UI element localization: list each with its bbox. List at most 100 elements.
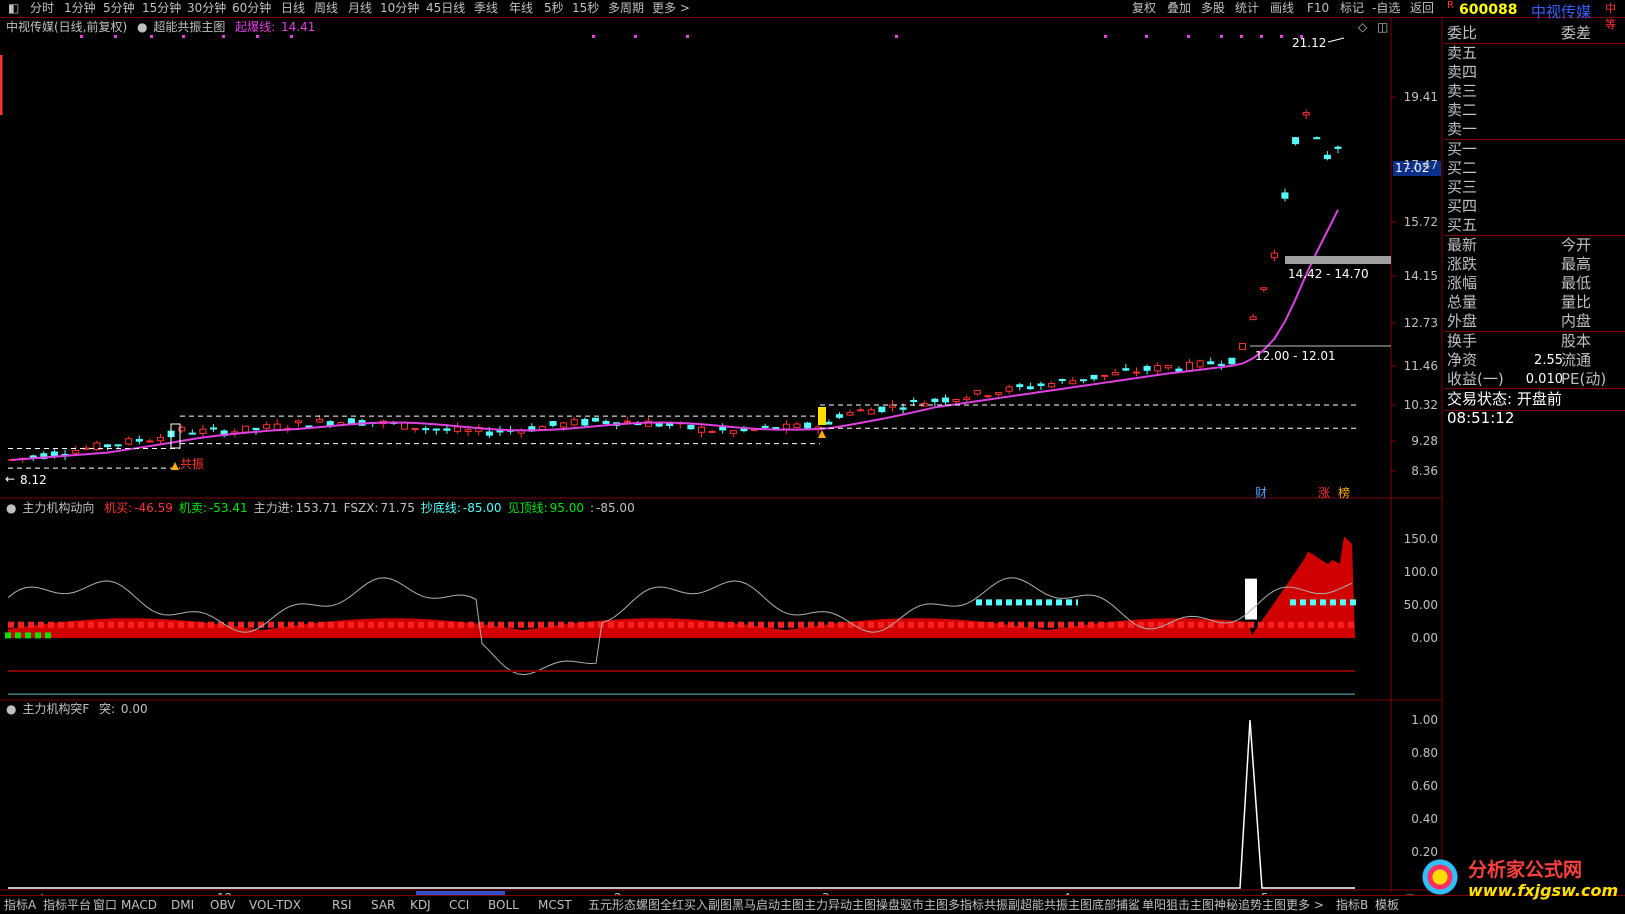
chart-nav-diamond-icon[interactable]: ◇ (1358, 20, 1367, 34)
signal-text: 共振 (180, 457, 205, 471)
bottom-tab-13[interactable]: 五元形态螺图 (588, 896, 660, 914)
ob-label-2: 今开 (1561, 236, 1592, 254)
sub2-layer (8, 719, 1355, 889)
sub1-item-label-1: 机卖: (178, 501, 207, 515)
candle-body (263, 424, 271, 429)
bottom-tab-12[interactable]: MCST (538, 896, 572, 914)
ob-label: 卖一 (1447, 120, 1478, 138)
bottom-tab-14[interactable]: 全红买入副图 (660, 896, 732, 914)
bottom-tab-3[interactable]: MACD (121, 896, 157, 914)
top-dot (80, 35, 83, 38)
candle-body (1217, 363, 1225, 366)
bottom-tab-2[interactable]: 窗口 (93, 896, 117, 914)
ob-sell-row: 卖四 (1445, 63, 1625, 82)
bottom-tab-19[interactable]: 超能共振主图 (1020, 896, 1092, 914)
badge-cai[interactable]: 财 (1255, 484, 1267, 501)
bottom-tab-8[interactable]: SAR (371, 896, 395, 914)
bottom-tab-15[interactable]: 黑马启动主图 (732, 896, 804, 914)
sub2-toggle-icon[interactable]: ● (6, 702, 16, 716)
ob-stat-row: 最新 今开 (1445, 236, 1625, 255)
candle-body (708, 430, 716, 433)
ob-label: 交易状态: 开盘前 08:51:12 (1447, 390, 1562, 427)
candle-body (1185, 361, 1193, 372)
bottom-tab-5[interactable]: OBV (210, 896, 236, 914)
top-dot (895, 35, 898, 38)
bottom-tab-21[interactable]: 单阳狙击主图 (1142, 896, 1214, 914)
top-dot (222, 35, 225, 38)
sub1-item-value-4: -85.00 (462, 501, 502, 515)
sub2-title[interactable]: 主力机构突F (22, 702, 89, 716)
watermark-name: 分析家公式网 (1468, 859, 1583, 881)
ob-buy-row: 买二 (1445, 159, 1625, 178)
bottom-tab-18[interactable]: 多指标共振副 (948, 896, 1020, 914)
bottom-tab-17[interactable]: 操盘驱市主图 (876, 896, 948, 914)
candle-body (729, 430, 737, 434)
candle-body (995, 392, 1003, 395)
candle-body (560, 422, 568, 428)
candle-body (411, 428, 419, 431)
ob-label: 委比 (1447, 24, 1478, 42)
top-dot (256, 35, 259, 38)
candle-body (1207, 361, 1215, 365)
bottom-tab-11[interactable]: BOLL (488, 896, 519, 914)
bottom-tab-9[interactable]: KDJ (410, 896, 431, 914)
bottom-tab-0[interactable]: 指标A (4, 896, 36, 914)
sub2-spike-line (8, 719, 1355, 889)
candle-body (1302, 112, 1310, 116)
ob-label: 卖三 (1447, 82, 1478, 100)
ob-stat-row: 涨幅 最低 (1445, 274, 1625, 293)
stock-code: 600088 (1459, 2, 1518, 18)
stock-name: 中视传媒 (1531, 3, 1592, 21)
ob-fin-row: 净资 2.55 流通 (1445, 351, 1625, 370)
ob-fin-row: 收益(一) 0.010 PE(动) (1445, 370, 1625, 389)
bottom-tab-7[interactable]: RSI (332, 896, 352, 914)
sub1-title[interactable]: 主力机构动向 (22, 501, 94, 515)
bottom-tab-22[interactable]: 神秘追势主图 (1214, 896, 1286, 914)
ob-sell-row: 卖五 (1445, 44, 1625, 63)
candle-body (1058, 379, 1066, 382)
ob-label: 买二 (1447, 159, 1478, 177)
candle-body (782, 423, 790, 430)
ob-buy-row: 买一 (1445, 140, 1625, 159)
ob-label: 收益(一) (1447, 370, 1504, 388)
candle-body (1154, 365, 1162, 372)
candle-body (1132, 371, 1140, 374)
range-b-annotation: 12.00 - 12.01 (1255, 349, 1336, 363)
ob-label: 外盘 (1447, 312, 1478, 330)
bottom-tab-6[interactable]: VOL-TDX (249, 896, 301, 914)
candle-body (793, 423, 801, 429)
main-axis-ticks (1391, 96, 1396, 472)
candle-body (422, 428, 430, 431)
bottom-tab-1[interactable]: 指标平台 (43, 896, 91, 914)
bottom-tab-4[interactable]: DMI (171, 896, 194, 914)
ob-label: 买五 (1447, 216, 1478, 234)
ob-label-2: 内盘 (1561, 312, 1592, 330)
bottom-tab-23[interactable]: 更多 > (1286, 896, 1324, 914)
candle-body (952, 398, 960, 402)
order-book: 委比 委差 卖五 卖四 卖三 卖二 卖一 买一 买二 买三 买四 买五 最新 今开 涨跌 最高 涨幅 最低 总量 量比… (1445, 22, 1625, 427)
signal-marker (818, 407, 826, 425)
badge-bang[interactable]: 榜 (1338, 484, 1350, 501)
sub1-toggle-icon[interactable]: ● (6, 501, 16, 515)
bottom-tab-24[interactable]: 指标B (1336, 896, 1368, 914)
sub1-item-label-0: 机买: (104, 501, 133, 515)
chart-expand-icon[interactable]: ◫ (1377, 20, 1388, 34)
ob-value: 2.55 (1534, 353, 1563, 368)
ob-value: 0.010 (1525, 372, 1563, 387)
ob-label-2: 最低 (1561, 274, 1592, 292)
sub1-axis-label: 50.00 (1403, 598, 1438, 612)
badge-zhang[interactable]: 涨 (1318, 484, 1330, 501)
candle-body (1079, 379, 1087, 382)
ob-trade-status: 交易状态: 开盘前 08:51:12 (1445, 390, 1625, 427)
bottom-tab-25[interactable]: 模板 (1375, 896, 1399, 914)
ob-header: 委比 委差 (1445, 24, 1625, 43)
candle-body (454, 426, 462, 432)
chart-area[interactable] (0, 0, 1625, 913)
bottom-tab-16[interactable]: 主力异动主图 (804, 896, 876, 914)
sub2-label: 突: (99, 702, 116, 716)
candle-body (687, 424, 695, 430)
candle-body (1260, 287, 1268, 291)
bottom-tab-20[interactable]: 底部捕鲨 (1092, 896, 1140, 914)
bottom-tab-10[interactable]: CCI (449, 896, 469, 914)
high-annotation: 21.12 (1292, 36, 1327, 50)
